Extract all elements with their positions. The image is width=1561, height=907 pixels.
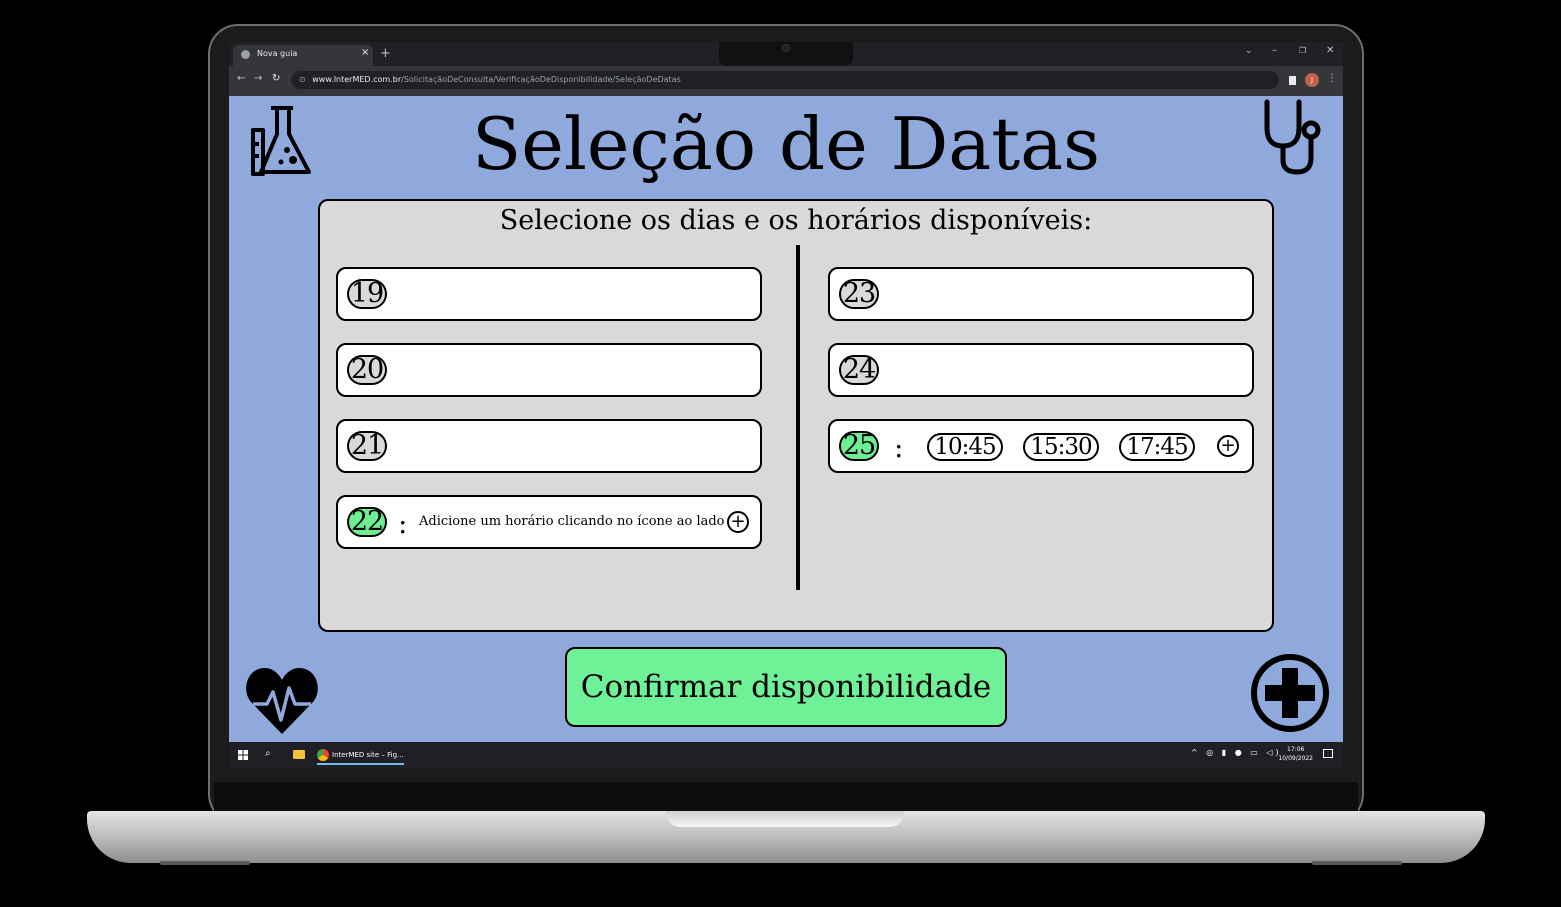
- browser-tab[interactable]: Nova guia ×: [233, 45, 373, 66]
- tab-search-icon[interactable]: ⌄: [1245, 46, 1253, 56]
- column-divider: [796, 245, 800, 590]
- browser-tab-bar: Nova guia × + ⌄ – ❐ ✕: [229, 42, 1343, 66]
- file-explorer-icon[interactable]: [293, 750, 305, 759]
- chrome-icon: [317, 749, 329, 761]
- search-icon[interactable]: ⌕: [265, 748, 271, 759]
- laptop-chin: [214, 782, 1358, 812]
- day-separator: :: [398, 507, 408, 540]
- back-icon[interactable]: ←: [237, 73, 245, 84]
- reload-icon[interactable]: ↻: [272, 73, 280, 84]
- url-path: /SolicitaçãoDeConsulta/VerificaçãoDeDisp…: [401, 75, 681, 84]
- clock-time: 17:06: [1287, 746, 1305, 753]
- heart-pulse-icon: [246, 668, 318, 734]
- laptop-foot: [1312, 861, 1402, 865]
- url-host: www.InterMED.com.br: [312, 75, 402, 84]
- add-time-icon[interactable]: +: [1217, 435, 1239, 457]
- tab-favicon-icon: [241, 50, 250, 59]
- time-slot[interactable]: 17:45: [1119, 433, 1195, 461]
- confirm-availability-button[interactable]: Confirmar disponibilidade: [565, 647, 1007, 727]
- system-tray-icons[interactable]: ^ ◎ ▮ ● ▭ ◁): [1191, 748, 1282, 757]
- taskbar-app-label: InterMED site – Fig...: [332, 751, 404, 759]
- day-badge[interactable]: 19: [347, 279, 387, 309]
- laptop-foot: [160, 861, 250, 865]
- tab-title: Nova guia: [257, 49, 298, 58]
- day-row-19[interactable]: 19: [336, 267, 762, 321]
- day-badge[interactable]: 20: [347, 355, 387, 385]
- menu-icon[interactable]: ⋮: [1327, 73, 1337, 84]
- windows-taskbar: ⌕ InterMED site – Fig... ^ ◎ ▮ ● ▭ ◁) 17…: [229, 742, 1343, 768]
- close-window-icon[interactable]: ✕: [1326, 45, 1334, 56]
- day-row-22[interactable]: 22 : Adicione um horário clicando no íco…: [336, 495, 762, 549]
- day-row-25[interactable]: 25 : 10:45 15:30 17:45 +: [828, 419, 1254, 473]
- day-row-23[interactable]: 23: [828, 267, 1254, 321]
- windows-start-icon[interactable]: [238, 750, 248, 760]
- date-selection-panel: Selecione os dias e os horários disponív…: [318, 199, 1274, 632]
- time-slot[interactable]: 10:45: [927, 433, 1003, 461]
- clock-date: 10/09/2022: [1278, 755, 1313, 762]
- add-time-hint: Adicione um horário clicando no ícone ao…: [419, 514, 725, 529]
- taskbar-clock[interactable]: 17:06 10/09/2022: [1278, 745, 1313, 763]
- day-badge[interactable]: 21: [347, 431, 387, 461]
- day-row-24[interactable]: 24: [828, 343, 1254, 397]
- side-panel-icon[interactable]: [1289, 76, 1296, 85]
- add-time-icon[interactable]: +: [727, 511, 749, 533]
- day-row-20[interactable]: 20: [336, 343, 762, 397]
- day-badge[interactable]: 23: [839, 279, 879, 309]
- address-bar[interactable]: ⊙ www.InterMED.com.br/SolicitaçãoDeConsu…: [291, 71, 1279, 89]
- minimize-icon[interactable]: –: [1272, 45, 1277, 56]
- medical-plus-icon: [1251, 654, 1329, 732]
- time-slot[interactable]: 15:30: [1023, 433, 1099, 461]
- laptop-hinge-notch: [666, 811, 904, 827]
- day-badge[interactable]: 24: [839, 355, 879, 385]
- profile-avatar[interactable]: J: [1305, 73, 1319, 87]
- notifications-icon[interactable]: [1323, 749, 1333, 758]
- forward-icon[interactable]: →: [254, 73, 262, 84]
- day-row-21[interactable]: 21: [336, 419, 762, 473]
- day-badge-selected[interactable]: 25: [839, 431, 879, 461]
- camera-notch: [719, 42, 853, 66]
- new-tab-icon[interactable]: +: [380, 46, 391, 61]
- restore-icon[interactable]: ❐: [1299, 46, 1306, 55]
- camera-icon: [782, 44, 790, 52]
- page-title: Seleção de Datas: [471, 102, 1101, 186]
- active-app-indicator: [317, 763, 404, 765]
- tab-close-icon[interactable]: ×: [361, 47, 369, 58]
- panel-subtitle: Selecione os dias e os horários disponív…: [499, 205, 1093, 236]
- screen: Nova guia × + ⌄ – ❐ ✕ ← → ↻ ⊙ www.InterM…: [229, 42, 1343, 768]
- day-separator: :: [894, 431, 904, 464]
- day-badge-selected[interactable]: 22: [347, 507, 387, 537]
- browser-toolbar: ← → ↻ ⊙ www.InterMED.com.br/SolicitaçãoD…: [229, 66, 1343, 96]
- taskbar-chrome-app[interactable]: InterMED site – Fig...: [317, 745, 404, 765]
- site-info-icon[interactable]: ⊙: [299, 75, 306, 84]
